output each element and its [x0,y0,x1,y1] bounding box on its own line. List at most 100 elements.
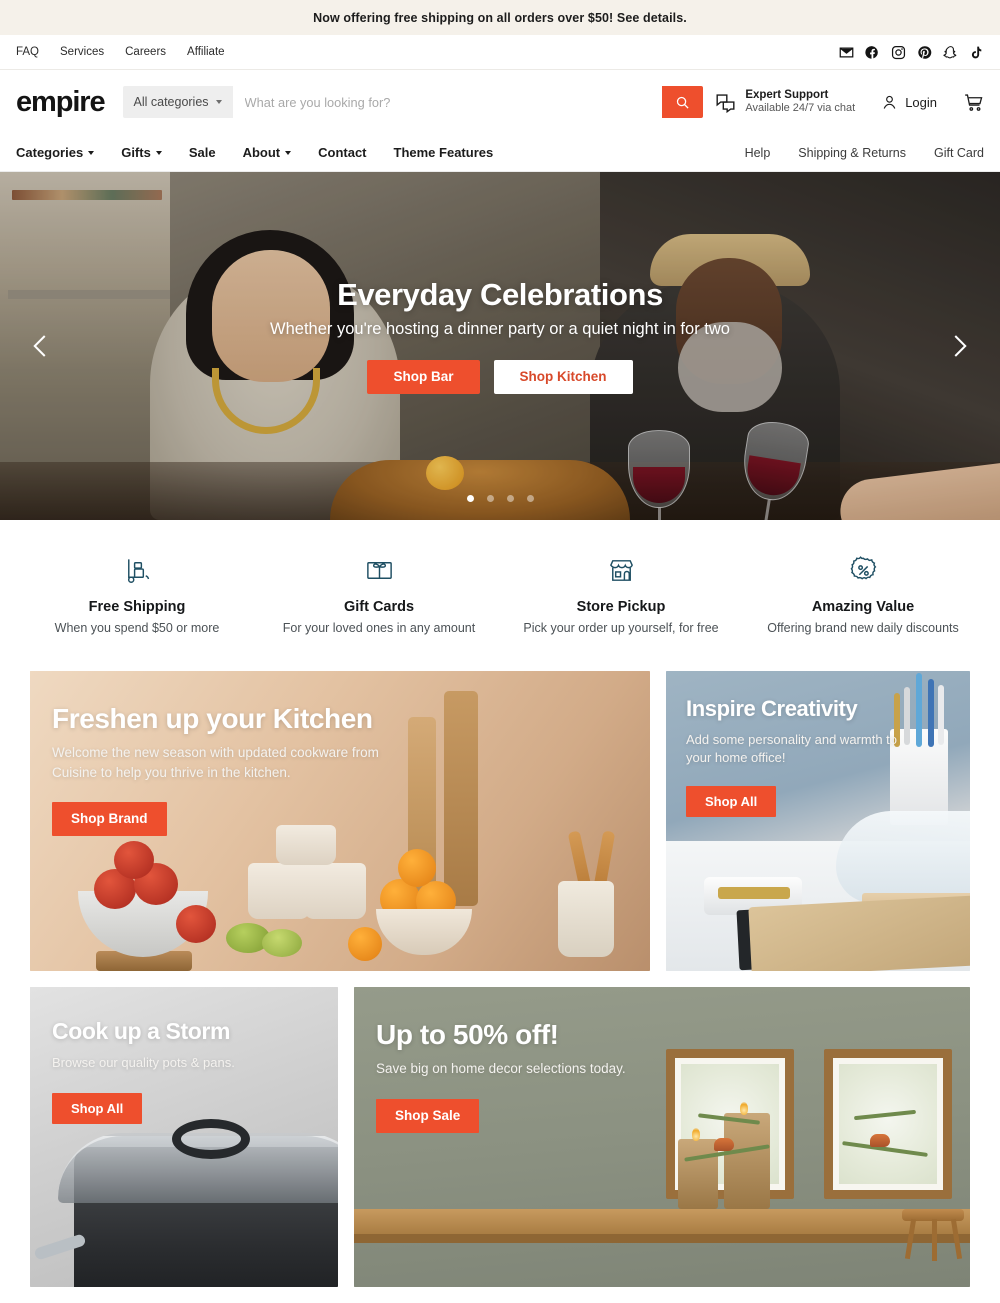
hero-title: Everyday Celebrations [337,277,663,313]
nav-left-group: Categories Gifts Sale About Contact Them… [16,145,493,160]
promo-sale-text: Up to 50% off! Save big on home decor se… [354,987,970,1133]
nav-label-contact: Contact [318,145,367,160]
nav-label-theme-features: Theme Features [393,145,494,160]
nav-item-contact[interactable]: Contact [318,145,366,160]
features-row: Free Shipping When you spend $50 or more… [0,520,1000,671]
hero-content: Everyday Celebrations Whether you're hos… [0,172,1000,520]
feature-free-shipping: Free Shipping When you spend $50 or more [16,552,258,635]
header-actions: Expert Support Available 24/7 via chat L… [715,88,984,116]
login-label: Login [905,94,937,110]
nav-item-gift-card[interactable]: Gift Card [934,146,984,160]
utility-links: FAQ Services Careers Affiliate [16,46,225,58]
nav-label-gifts: Gifts [121,145,151,160]
promo-title: Up to 50% off! [376,1019,559,1050]
chat-bubbles-icon [715,92,736,113]
support-subtitle: Available 24/7 via chat [745,102,856,115]
nav-item-categories[interactable]: Categories [16,145,95,160]
email-icon[interactable] [839,45,854,60]
feature-gift-cards: Gift Cards For your loved ones in any am… [258,552,500,635]
promo-subtitle: Add some personality and warmth to your … [686,731,897,766]
nav-item-theme-features[interactable]: Theme Features [394,145,494,160]
cart-icon[interactable] [963,92,984,113]
shop-bar-button[interactable]: Shop Bar [367,359,480,394]
nav-item-about[interactable]: About [243,145,292,160]
category-select[interactable]: All categories [122,86,233,118]
storefront-icon [500,552,742,588]
carousel-dot-4[interactable] [526,495,534,502]
announcement-text: Now offering free shipping on all orders… [313,10,687,25]
nav-right-group: Help Shipping & Returns Gift Card [745,146,984,160]
carousel-dot-3[interactable] [506,495,514,502]
shop-sale-button[interactable]: Shop Sale [376,1098,480,1133]
nav-label-categories: Categories [16,145,84,160]
promo-card-sale[interactable]: Up to 50% off! Save big on home decor se… [354,987,970,1287]
feature-title: Store Pickup [576,599,666,615]
chevron-down-icon [285,150,292,155]
nav-item-gifts[interactable]: Gifts [121,145,162,160]
feature-subtitle: Offering brand new daily discounts [767,621,959,635]
search-button[interactable] [661,86,703,118]
carousel-dot-2[interactable] [486,495,494,502]
feature-subtitle: Pick your order up yourself, for free [523,621,719,635]
announcement-bar: Now offering free shipping on all orders… [0,0,1000,35]
category-select-label: All categories [133,95,209,109]
login-button[interactable]: Login [881,94,937,111]
promo-card-storm[interactable]: Cook up a Storm Browse our quality pots … [30,987,338,1287]
nav-item-sale[interactable]: Sale [189,145,216,160]
shop-brand-button[interactable]: Shop Brand [52,802,167,837]
promo-storm-text: Cook up a Storm Browse our quality pots … [30,987,338,1124]
promo-kitchen-text: Freshen up your Kitchen Welcome the new … [30,671,650,837]
primary-nav: Categories Gifts Sale About Contact Them… [0,134,1000,172]
nav-item-help[interactable]: Help [745,146,771,160]
hero-carousel: Everyday Celebrations Whether you're hos… [0,172,1000,520]
carousel-dot-1[interactable] [466,495,474,502]
snapchat-icon[interactable] [943,45,958,60]
hero-subtitle: Whether you're hosting a dinner party or… [270,319,730,338]
expert-support[interactable]: Expert Support Available 24/7 via chat [715,88,855,116]
promo-title: Inspire Creativity [686,696,858,721]
main-header: empire All categories Expert Support Ava… [0,70,1000,134]
shop-all-storm-button[interactable]: Shop All [52,1092,143,1124]
promo-row-top: Freshen up your Kitchen Welcome the new … [30,671,970,971]
pinterest-icon[interactable] [917,45,932,60]
feature-store-pickup: Store Pickup Pick your order up yourself… [500,552,742,635]
promo-card-creativity[interactable]: Inspire Creativity Add some personality … [666,671,970,971]
social-links [839,45,984,60]
discount-badge-icon [742,552,984,588]
promo-row-bottom: Cook up a Storm Browse our quality pots … [30,987,970,1287]
feature-title: Amazing Value [811,599,915,615]
promo-subtitle: Welcome the new season with updated cook… [52,745,379,780]
utility-link-careers[interactable]: Careers [125,46,166,58]
shop-all-creativity-button[interactable]: Shop All [686,786,777,818]
utility-bar: FAQ Services Careers Affiliate [0,35,1000,70]
feature-amazing-value: Amazing Value Offering brand new daily d… [742,552,984,635]
promo-card-kitchen[interactable]: Freshen up your Kitchen Welcome the new … [30,671,650,971]
promo-subtitle: Save big on home decor selections today. [376,1061,626,1077]
hero-buttons: Shop Bar Shop Kitchen [367,359,633,394]
search-input[interactable] [232,86,662,118]
utility-link-services[interactable]: Services [60,46,104,58]
promo-grid: Freshen up your Kitchen Welcome the new … [0,671,1000,1287]
feature-subtitle: For your loved ones in any amount [282,621,476,635]
utility-link-affiliate[interactable]: Affiliate [187,46,225,58]
nav-label-about: About [242,145,281,160]
delivery-cart-icon [16,552,258,588]
chevron-down-icon [215,100,222,104]
feature-title: Gift Cards [343,599,415,615]
facebook-icon[interactable] [865,45,880,60]
instagram-icon[interactable] [891,45,906,60]
promo-title: Cook up a Storm [52,1018,231,1044]
promo-creativity-text: Inspire Creativity Add some personality … [666,671,970,818]
utility-link-faq[interactable]: FAQ [16,46,39,58]
support-title: Expert Support [745,88,829,101]
promo-subtitle: Browse our quality pots & pans. [52,1054,235,1070]
tiktok-icon[interactable] [969,45,984,60]
feature-subtitle: When you spend $50 or more [54,621,220,635]
carousel-dots [0,495,1000,502]
shop-kitchen-button[interactable]: Shop Kitchen [493,359,633,394]
nav-item-shipping-returns[interactable]: Shipping & Returns [798,146,906,160]
chevron-down-icon [88,150,95,155]
site-logo[interactable]: empire [16,87,106,117]
search-bar: All categories [122,86,703,118]
user-icon [881,94,898,111]
